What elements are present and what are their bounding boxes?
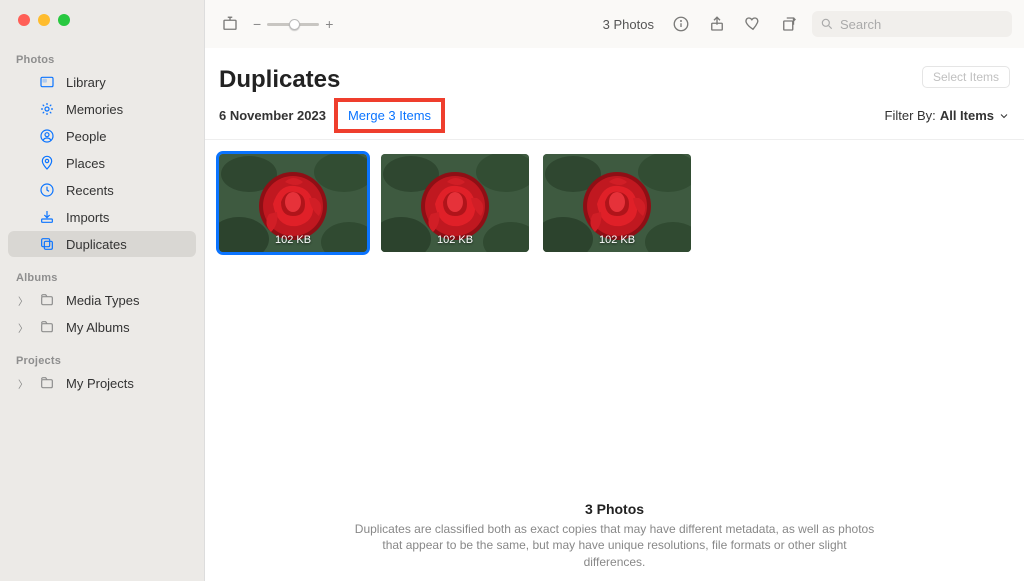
toolbar: − + 3 Photos Search <box>205 0 1024 48</box>
sidebar-item-recents[interactable]: Recents <box>8 177 196 203</box>
sidebar-item-people[interactable]: People <box>8 123 196 149</box>
footer-heading: 3 Photos <box>265 501 964 517</box>
photo-count: 3 Photos <box>603 17 654 32</box>
search-icon <box>820 17 834 31</box>
footer: 3 Photos Duplicates are classified both … <box>205 501 1024 571</box>
chevron-right-icon: 〉 <box>18 293 28 308</box>
folder-icon <box>38 291 56 309</box>
sidebar-item-places[interactable]: Places <box>8 150 196 176</box>
sidebar-item-library[interactable]: Library <box>8 69 196 95</box>
close-window-button[interactable] <box>18 14 30 26</box>
main: − + 3 Photos Search Duplicates Select It… <box>205 0 1024 581</box>
sidebar-section-label: Albums <box>0 268 204 286</box>
sidebar-item-my-projects[interactable]: 〉 My Projects <box>8 370 196 396</box>
thumbnail-row: 102 KB 102 KB 102 KB <box>205 140 1024 266</box>
page-title: Duplicates <box>219 66 340 94</box>
sidebar-item-label: Imports <box>66 210 186 225</box>
sidebar: Photos Library Memories People Places Recents… <box>0 0 205 581</box>
favorite-button[interactable] <box>740 11 766 37</box>
recents-icon <box>38 181 56 199</box>
sidebar-item-label: Places <box>66 156 186 171</box>
merge-link[interactable]: Merge 3 Items <box>348 108 431 123</box>
people-icon <box>38 127 56 145</box>
filter-label: Filter By: <box>885 108 936 123</box>
sidebar-item-label: Memories <box>66 102 186 117</box>
photo-thumbnail[interactable]: 102 KB <box>219 154 367 252</box>
places-icon <box>38 154 56 172</box>
zoom-out-icon: − <box>253 16 261 32</box>
sidebar-item-label: Library <box>66 75 186 90</box>
photo-thumbnail[interactable]: 102 KB <box>543 154 691 252</box>
filter-value: All Items <box>940 108 994 123</box>
library-icon <box>38 73 56 91</box>
content: Duplicates Select Items 6 November 2023 … <box>205 48 1024 581</box>
zoom-in-icon: + <box>325 16 333 32</box>
sidebar-item-imports[interactable]: Imports <box>8 204 196 230</box>
duplicates-icon <box>38 235 56 253</box>
imports-icon <box>38 208 56 226</box>
folder-icon <box>38 374 56 392</box>
sidebar-item-label: Duplicates <box>66 237 186 252</box>
sidebar-item-label: Recents <box>66 183 186 198</box>
maximize-window-button[interactable] <box>58 14 70 26</box>
merge-highlight: Merge 3 Items <box>334 98 445 133</box>
sidebar-item-duplicates[interactable]: Duplicates <box>8 231 196 257</box>
chevron-down-icon <box>998 110 1010 122</box>
file-size: 102 KB <box>543 234 691 246</box>
photo-thumbnail[interactable]: 102 KB <box>381 154 529 252</box>
info-button[interactable] <box>668 11 694 37</box>
sidebar-item-memories[interactable]: Memories <box>8 96 196 122</box>
sidebar-item-label: My Projects <box>66 376 186 391</box>
file-size: 102 KB <box>219 234 367 246</box>
chevron-right-icon: 〉 <box>18 376 28 391</box>
folder-icon <box>38 318 56 336</box>
search-placeholder: Search <box>840 17 881 32</box>
memories-icon <box>38 100 56 118</box>
window-controls <box>0 14 204 26</box>
group-date: 6 November 2023 <box>219 108 326 123</box>
sidebar-item-label: My Albums <box>66 320 186 335</box>
aspect-button[interactable] <box>217 11 243 37</box>
search-input[interactable]: Search <box>812 11 1012 37</box>
rotate-button[interactable] <box>776 11 802 37</box>
sidebar-item-label: Media Types <box>66 293 186 308</box>
zoom-slider[interactable]: − + <box>253 16 333 32</box>
sidebar-section-label: Photos <box>0 50 204 68</box>
file-size: 102 KB <box>381 234 529 246</box>
sidebar-item-my-albums[interactable]: 〉 My Albums <box>8 314 196 340</box>
chevron-right-icon: 〉 <box>18 320 28 335</box>
filter-dropdown[interactable]: Filter By: All Items <box>885 108 1010 123</box>
sidebar-section-label: Projects <box>0 351 204 369</box>
sidebar-item-label: People <box>66 129 186 144</box>
share-button[interactable] <box>704 11 730 37</box>
select-items-button[interactable]: Select Items <box>922 66 1010 88</box>
footer-body: Duplicates are classified both as exact … <box>355 521 875 571</box>
minimize-window-button[interactable] <box>38 14 50 26</box>
sidebar-item-media-types[interactable]: 〉 Media Types <box>8 287 196 313</box>
